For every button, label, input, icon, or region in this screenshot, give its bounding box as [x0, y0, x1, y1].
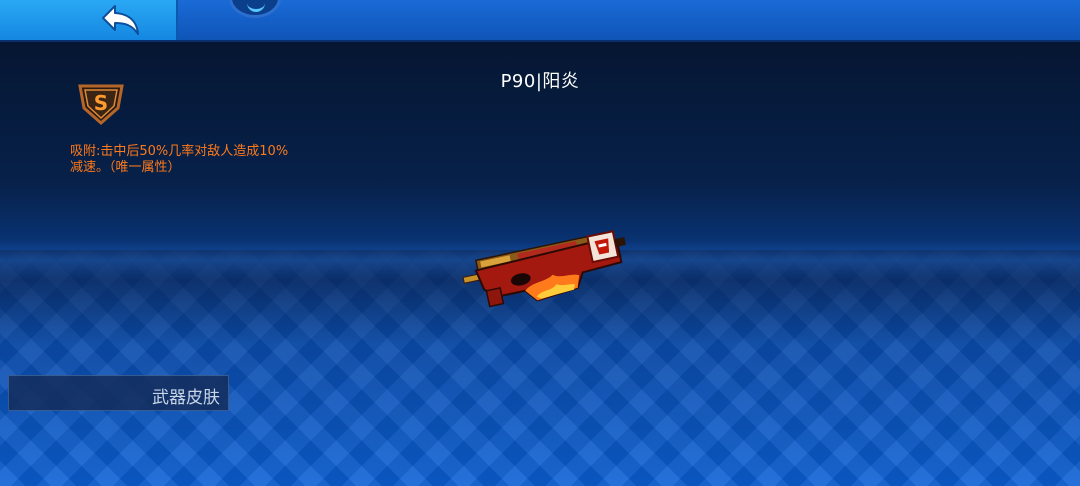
weapon-skins-label: 武器皮肤: [152, 388, 220, 408]
back-button[interactable]: [0, 0, 178, 40]
back-arrow-icon: [102, 5, 139, 35]
game-scene: P90|阳炎 S 吸附:击中后50%几率对敌人造成10%减速。（唯一属性） 武器…: [0, 0, 1080, 486]
rarity-badge-icon: S: [78, 84, 124, 126]
p90-weapon-skin-icon[interactable]: [460, 215, 640, 310]
circle-arc-icon: [247, 0, 265, 12]
ability-description: 吸附:击中后50%几率对敌人造成10%减速。（唯一属性）: [70, 144, 289, 175]
weapon-name: P90|阳炎: [500, 71, 580, 92]
top-bar: [0, 0, 1080, 42]
menu-circle-button[interactable]: [229, 0, 281, 18]
rarity-letter: S: [94, 91, 108, 115]
weapon-skins-tab[interactable]: 武器皮肤: [8, 375, 229, 411]
